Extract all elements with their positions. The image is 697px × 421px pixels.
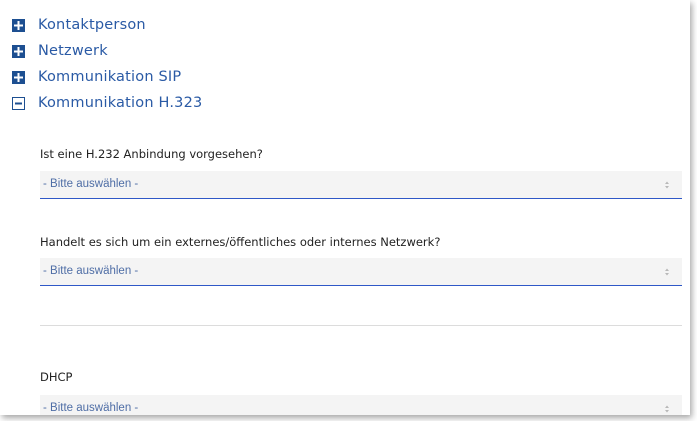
collapse-minus-icon — [12, 96, 25, 110]
accordion-item-netzwerk[interactable]: Netzwerk — [12, 40, 108, 62]
select-value: - Bitte auswählen - — [43, 402, 139, 414]
empty-field[interactable] — [40, 298, 682, 326]
expand-plus-icon — [12, 18, 25, 32]
accordion-label: Netzwerk — [38, 43, 108, 59]
accordion-item-kontaktperson[interactable]: Kontaktperson — [12, 14, 146, 36]
h232-select[interactable]: - Bitte auswählen - — [40, 171, 682, 199]
accordion-label: Kontaktperson — [38, 17, 146, 33]
expand-plus-icon — [12, 70, 25, 84]
accordion-item-kommunikation-h323[interactable]: Kommunikation H.323 — [12, 92, 202, 114]
network-type-select[interactable]: - Bitte auswählen - — [40, 258, 682, 286]
accordion-item-kommunikation-sip[interactable]: Kommunikation SIP — [12, 66, 181, 88]
form-panel: Kontaktperson Netzwerk Kommunikation SIP… — [0, 0, 690, 415]
select-arrows-icon — [665, 181, 669, 189]
select-value: - Bitte auswählen - — [43, 178, 139, 190]
dhcp-question-label: DHCP — [40, 370, 73, 384]
accordion-label: Kommunikation H.323 — [38, 95, 203, 111]
accordion-label: Kommunikation SIP — [38, 69, 182, 85]
expand-plus-icon — [12, 44, 25, 58]
dhcp-select[interactable]: - Bitte auswählen - — [40, 395, 682, 415]
select-arrows-icon — [665, 268, 669, 276]
network-type-question-label: Handelt es sich um ein externes/öffentli… — [40, 235, 441, 249]
select-arrows-icon — [665, 405, 669, 413]
h232-question-label: Ist eine H.232 Anbindung vorgesehen? — [40, 147, 263, 161]
select-value: - Bitte auswählen - — [43, 265, 139, 277]
